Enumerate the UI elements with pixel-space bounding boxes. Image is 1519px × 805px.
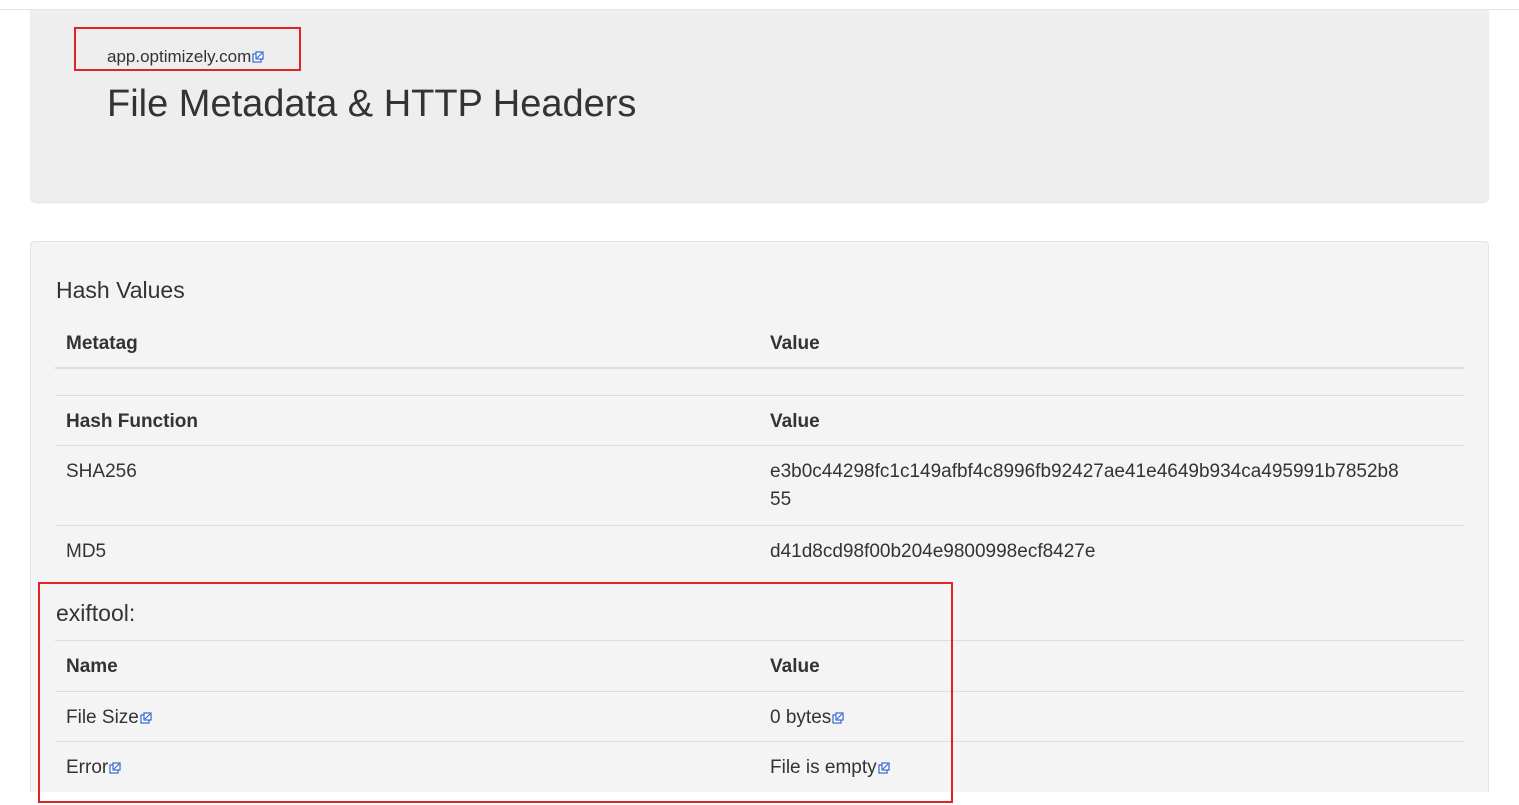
exif-name-error-label: Error — [66, 757, 109, 778]
exiftool-top-divider — [55, 640, 1464, 641]
row-divider — [55, 741, 1464, 742]
hash-value-md5: d41d8cd98f00b204e9800998ecf8427e — [770, 541, 1096, 562]
exif-value-file-size[interactable]: 0 bytes — [770, 704, 844, 732]
exif-value-error-label: File is empty — [770, 757, 877, 778]
hash-value-sha256: e3b0c44298fc1c149afbf4c8996fb92427ae41e4… — [770, 458, 1399, 514]
exif-name-file-size[interactable]: File Size — [66, 704, 152, 732]
external-link-icon[interactable] — [109, 762, 121, 774]
exif-value-file-size-label: 0 bytes — [770, 707, 832, 728]
hash-name-md5: MD5 — [66, 541, 107, 562]
exiftool-name-col-header: Name — [66, 656, 118, 677]
exif-name-error[interactable]: Error — [66, 754, 121, 782]
site-link[interactable]: app.optimizely.com — [107, 47, 264, 67]
hash-header-divider — [55, 445, 1464, 446]
hash-values-panel: Hash Values Metatag Value Hash Function … — [30, 241, 1489, 792]
metatag-col-header: Metatag — [66, 333, 138, 354]
exif-value-error[interactable]: File is empty — [770, 754, 890, 782]
external-link-icon[interactable] — [140, 712, 152, 724]
hash-value-sha256-line1: e3b0c44298fc1c149afbf4c8996fb92427ae41e4… — [770, 461, 1399, 482]
hash-name-sha256: SHA256 — [66, 461, 137, 482]
exiftool-header-divider — [55, 691, 1464, 692]
exiftool-title: exiftool: — [56, 600, 136, 626]
hash-values-title: Hash Values — [56, 277, 185, 303]
hash-value-sha256-line2: 55 — [770, 489, 792, 510]
page-title: File Metadata & HTTP Headers — [107, 83, 637, 125]
header-banner: app.optimizely.com File Metadata & HTTP … — [30, 10, 1489, 202]
exif-name-file-size-label: File Size — [66, 707, 139, 728]
hash-value-col-header: Value — [770, 411, 820, 432]
row-divider — [55, 525, 1464, 526]
external-link-icon[interactable] — [252, 51, 264, 63]
site-link-label: app.optimizely.com — [107, 47, 252, 66]
metatag-header-divider — [55, 367, 1464, 369]
external-link-icon[interactable] — [832, 712, 844, 724]
metatag-value-col-header: Value — [770, 333, 820, 354]
metatag-table-bottom — [55, 395, 1464, 396]
exiftool-value-col-header: Value — [770, 656, 820, 677]
external-link-icon[interactable] — [878, 762, 890, 774]
hash-function-col-header: Hash Function — [66, 411, 198, 432]
